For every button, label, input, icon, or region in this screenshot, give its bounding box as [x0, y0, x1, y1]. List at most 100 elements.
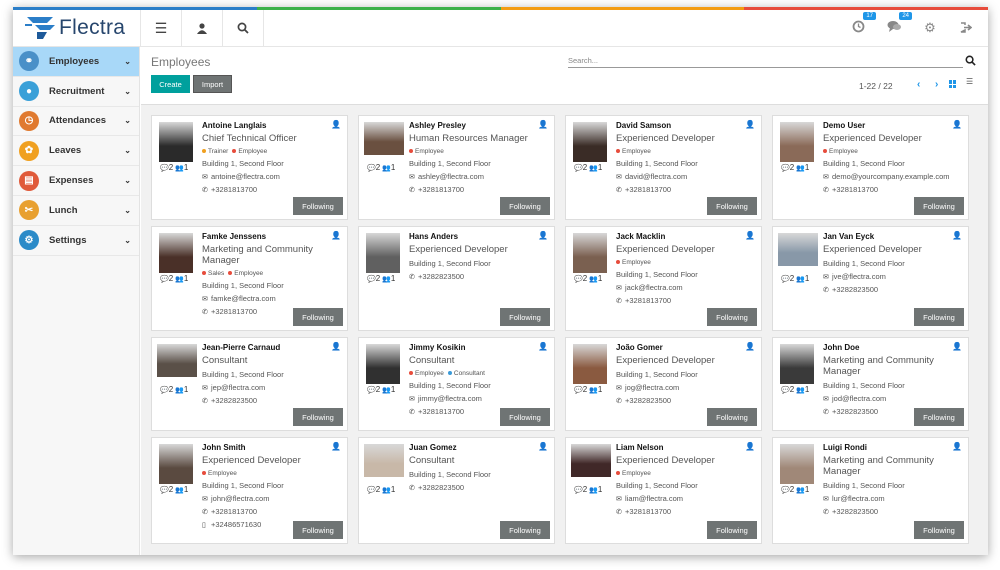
employee-photo[interactable]: [159, 233, 193, 273]
following-button[interactable]: Following: [914, 308, 964, 326]
sidebar-item-attendances[interactable]: ◷ Attendances ⌄: [13, 107, 139, 137]
envelope-icon: ✉: [823, 496, 829, 503]
menu-button[interactable]: ☰: [141, 10, 182, 46]
sidebar-item-lunch[interactable]: ✂ Lunch ⌄: [13, 196, 139, 226]
activity-button[interactable]: 17: [850, 12, 876, 36]
employee-card[interactable]: 💬2 👥1 Demo User Experienced Developer Emplo…: [772, 115, 969, 220]
following-button[interactable]: Following: [293, 308, 343, 326]
settings-button[interactable]: ⚙: [922, 20, 938, 36]
employee-photo[interactable]: [573, 344, 607, 384]
import-button[interactable]: Import: [193, 75, 232, 93]
employee-photo[interactable]: [780, 444, 814, 484]
logout-button[interactable]: [958, 21, 974, 36]
envelope-icon: ✉: [823, 396, 829, 403]
employee-photo[interactable]: [780, 344, 814, 384]
employee-name[interactable]: Luigi Rondi: [823, 443, 952, 452]
sidebar-item-leaves[interactable]: ✿ Leaves ⌄: [13, 136, 139, 167]
employee-name[interactable]: Jack Macklin: [616, 232, 745, 241]
employee-name[interactable]: Demo User: [823, 121, 952, 130]
employee-photo[interactable]: [364, 444, 404, 477]
employee-card[interactable]: 💬2 👥1 Ashley Presley Human Resources Manag…: [358, 115, 555, 220]
sidebar-item-settings[interactable]: ⚙ Settings ⌄: [13, 226, 139, 256]
employee-photo[interactable]: [780, 122, 814, 162]
comments-icon: 💬: [160, 165, 169, 172]
following-button[interactable]: Following: [500, 521, 550, 539]
sidebar-item-expenses[interactable]: ▤ Expenses ⌄: [13, 166, 139, 196]
employee-name[interactable]: Juan Gomez: [409, 443, 538, 452]
following-button[interactable]: Following: [293, 521, 343, 539]
following-button[interactable]: Following: [293, 408, 343, 426]
comments-icon: 💬: [160, 276, 169, 283]
employee-card[interactable]: 💬2 👥1 Jack Macklin Experienced Developer Em…: [565, 226, 762, 331]
employee-card[interactable]: 💬2 👥1 John Doe Marketing and Community Man…: [772, 337, 969, 431]
employee-name[interactable]: Jan Van Eyck: [823, 232, 952, 241]
search-input[interactable]: Search...: [568, 56, 963, 68]
employee-card[interactable]: 💬2 👥1 Antoine Langlais Chief Technical Off…: [151, 115, 348, 220]
employee-card[interactable]: 💬2 👥1 Luigi Rondi Marketing and Community …: [772, 437, 969, 544]
pager-value[interactable]: 1-22 / 22: [859, 81, 893, 91]
employee-name[interactable]: Jimmy Kosikin: [409, 343, 538, 352]
employee-card[interactable]: 💬2 👥1 David Samson Experienced Developer Em…: [565, 115, 762, 220]
sidebar-item-recruitment[interactable]: ● Recruitment ⌄: [13, 77, 139, 107]
search-submit-button[interactable]: [965, 55, 976, 69]
employee-name[interactable]: Jean-Pierre Carnaud: [202, 343, 331, 352]
global-search-button[interactable]: [223, 10, 264, 46]
following-button[interactable]: Following: [500, 197, 550, 215]
user-button[interactable]: [182, 10, 223, 46]
following-button[interactable]: Following: [707, 197, 757, 215]
employee-tags: Sales Employee: [202, 270, 331, 277]
employee-photo[interactable]: [159, 444, 193, 484]
employee-name[interactable]: Antoine Langlais: [202, 121, 331, 130]
phone-value: +3281813700: [625, 296, 672, 305]
systray: 17 24 ⚙: [850, 10, 988, 46]
employee-photo[interactable]: [157, 344, 197, 377]
employee-card[interactable]: 💬2 👥1 John Smith Experienced Developer Empl…: [151, 437, 348, 544]
pager-next-button[interactable]: ›: [935, 79, 938, 90]
employee-name[interactable]: John Doe: [823, 343, 952, 352]
employee-card[interactable]: 💬2 👥1 Jimmy Kosikin Consultant Employee Cons…: [358, 337, 555, 431]
following-button[interactable]: Following: [914, 408, 964, 426]
app-logo[interactable]: Flectra: [13, 10, 141, 46]
employee-name[interactable]: João Gomer: [616, 343, 745, 352]
kanban-view-button[interactable]: [949, 80, 957, 88]
employee-card[interactable]: 💬2 👥1 Liam Nelson Experienced Developer Emp…: [565, 437, 762, 544]
employee-card[interactable]: 💬2 👥1 Jean-Pierre Carnaud Consultant Buildi…: [151, 337, 348, 431]
employee-name[interactable]: Ashley Presley: [409, 121, 538, 130]
pager-previous-button[interactable]: ‹: [917, 79, 920, 90]
employee-job-title: Experienced Developer: [616, 244, 715, 255]
following-button[interactable]: Following: [500, 308, 550, 326]
employee-card[interactable]: 💬2 👥1 Hans Anders Experienced Developer Bui…: [358, 226, 555, 331]
employee-photo[interactable]: [159, 122, 193, 162]
employee-photo[interactable]: [571, 444, 611, 477]
employee-photo[interactable]: [778, 233, 818, 266]
employee-job-title: Consultant: [409, 455, 455, 466]
employee-card[interactable]: 💬2 👥1 Jan Van Eyck Experienced Developer Bu…: [772, 226, 969, 331]
tag-dot: [447, 371, 452, 376]
employee-card[interactable]: 💬2 👥1 Juan Gomez Consultant Building 1, Sec…: [358, 437, 555, 544]
following-button[interactable]: Following: [707, 521, 757, 539]
following-button[interactable]: Following: [293, 197, 343, 215]
following-button[interactable]: Following: [914, 521, 964, 539]
employee-card[interactable]: 💬2 👥1 João Gomer Experienced Developer Buil…: [565, 337, 762, 431]
employee-name[interactable]: Famke Jenssens: [202, 232, 331, 241]
employee-photo[interactable]: [573, 233, 607, 273]
employee-name[interactable]: John Smith: [202, 443, 331, 452]
employee-photo[interactable]: [364, 122, 404, 155]
employee-name[interactable]: David Samson: [616, 121, 745, 130]
following-button[interactable]: Following: [914, 197, 964, 215]
employee-phone: ✆ +3282823500: [823, 507, 952, 516]
create-button[interactable]: Create: [151, 75, 190, 93]
following-button[interactable]: Following: [500, 408, 550, 426]
sidebar-item-employees[interactable]: ⚭ Employees ⌄: [13, 47, 139, 77]
employee-name[interactable]: Liam Nelson: [616, 443, 745, 452]
employee-photo[interactable]: [366, 233, 400, 273]
employee-photo[interactable]: [573, 122, 607, 162]
messages-button[interactable]: 24: [886, 12, 912, 36]
follower-counts: 💬2 👥1: [160, 485, 188, 494]
employee-name[interactable]: Hans Anders: [409, 232, 538, 241]
list-view-button[interactable]: ☰: [966, 78, 974, 86]
employee-photo[interactable]: [366, 344, 400, 384]
following-button[interactable]: Following: [707, 308, 757, 326]
employee-card[interactable]: 💬2 👥1 Famke Jenssens Marketing and Communi…: [151, 226, 348, 331]
following-button[interactable]: Following: [707, 408, 757, 426]
